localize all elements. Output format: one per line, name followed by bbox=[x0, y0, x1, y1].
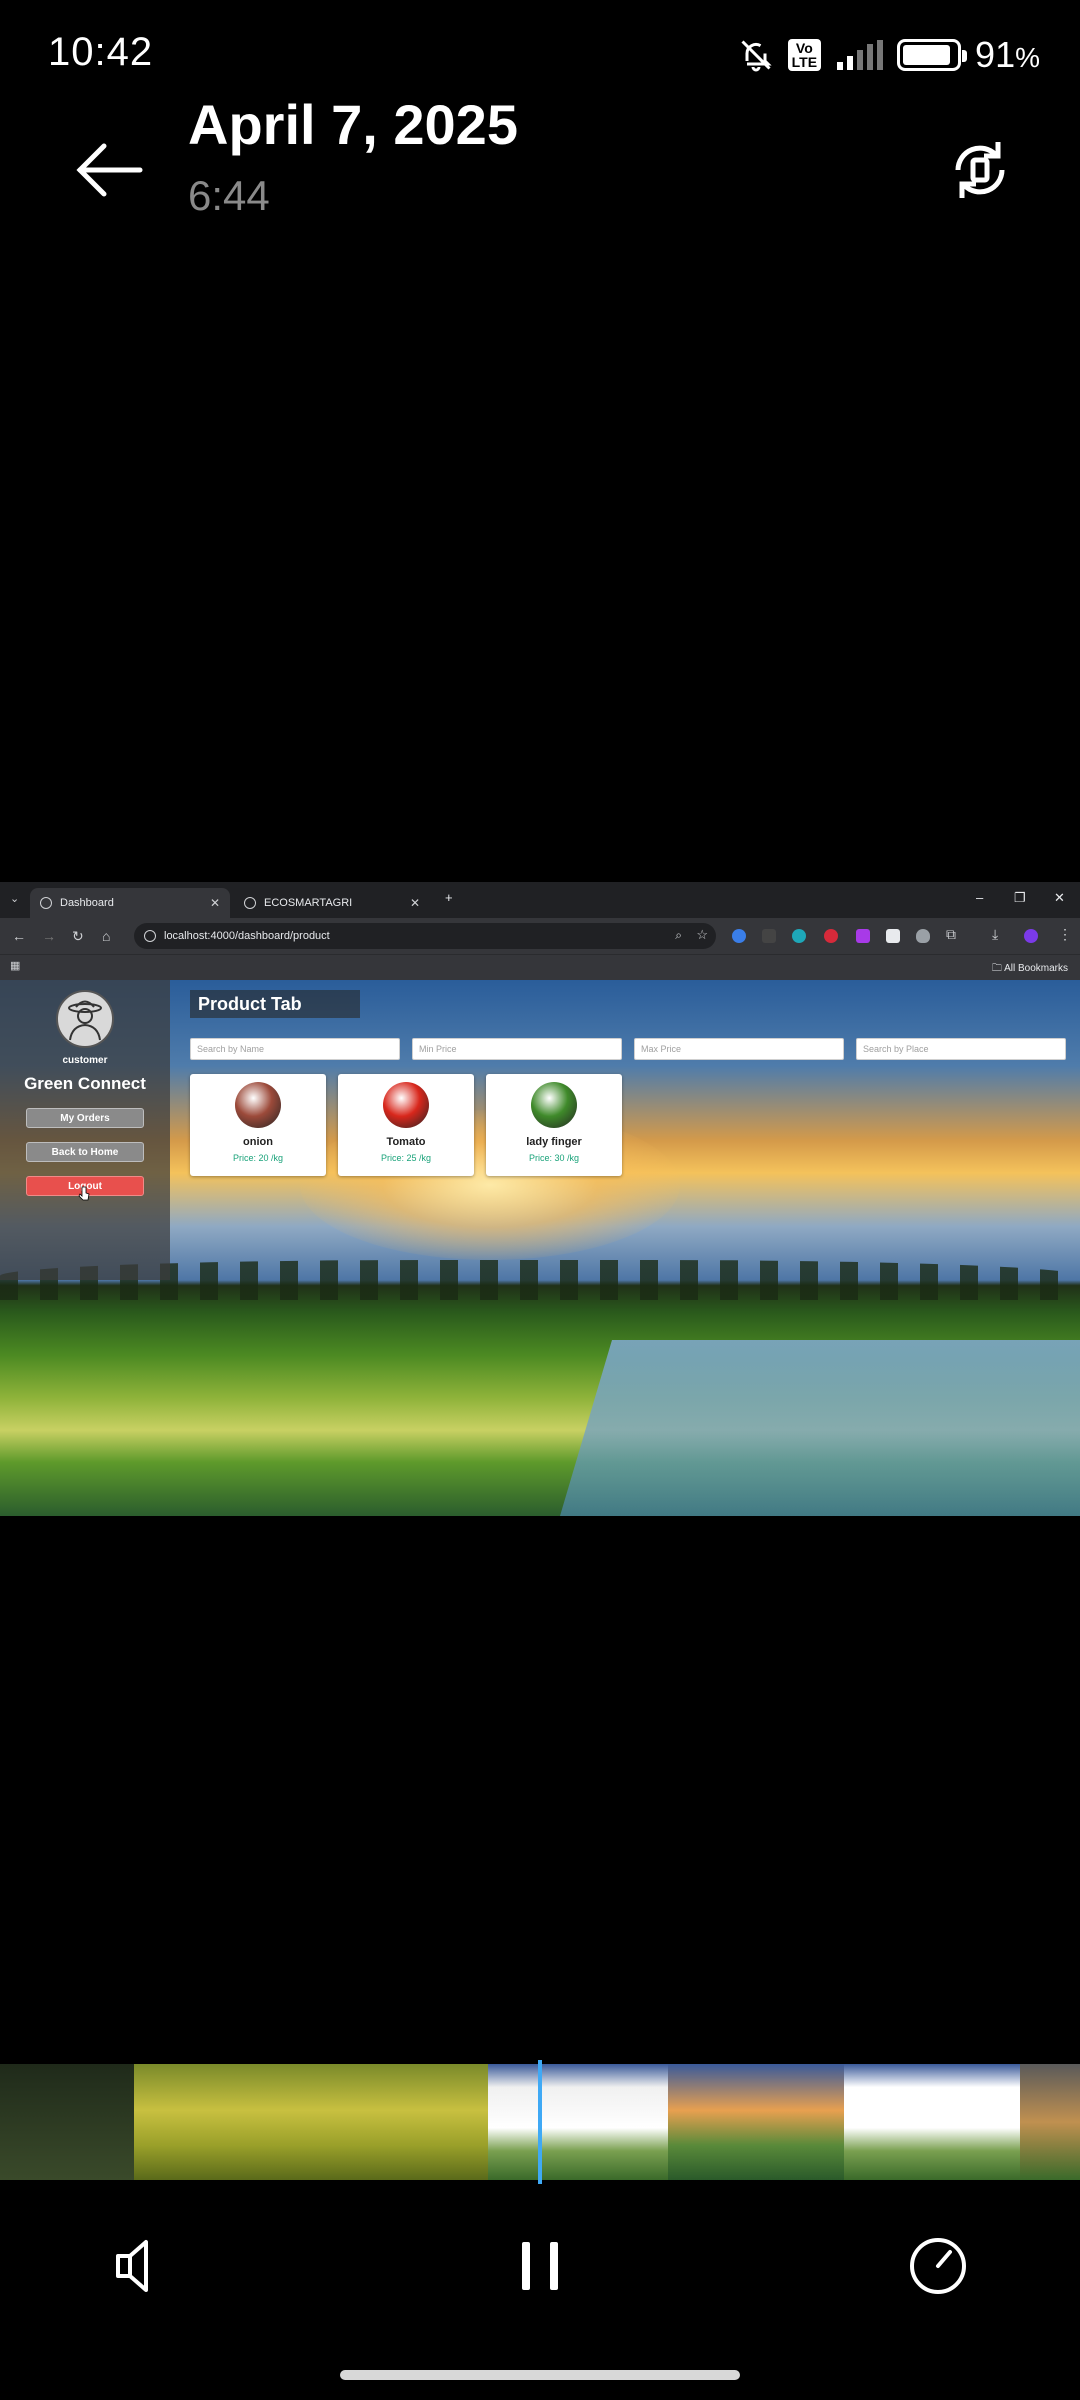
search-name-input[interactable] bbox=[190, 1038, 400, 1060]
extension-icon[interactable] bbox=[762, 929, 776, 943]
close-window-icon[interactable]: ✕ bbox=[1054, 890, 1065, 906]
page-title: Product Tab bbox=[190, 990, 360, 1018]
status-icons: Vo LTE 91% bbox=[738, 34, 1040, 76]
product-panel: Product Tab onion Price: 20 /kg Tomato P… bbox=[170, 980, 1080, 1280]
battery-icon bbox=[897, 39, 968, 71]
status-time: 10:42 bbox=[48, 30, 154, 74]
product-name: Tomato bbox=[386, 1136, 426, 1148]
product-name: lady finger bbox=[526, 1136, 582, 1148]
thumbnail[interactable] bbox=[0, 2064, 134, 2180]
cursor-icon bbox=[78, 1186, 90, 1201]
product-price: Price: 20 /kg bbox=[232, 1153, 284, 1163]
video-player-screen: 10:42 Vo LTE 91% April 7, 2025 6:44 ⌄ Da… bbox=[0, 0, 1080, 2400]
pause-icon[interactable] bbox=[506, 2232, 574, 2300]
thumbnail[interactable] bbox=[668, 2064, 844, 2180]
globe-icon bbox=[40, 897, 52, 909]
volte-icon: Vo LTE bbox=[787, 39, 822, 71]
product-price: Price: 25 /kg bbox=[380, 1153, 432, 1163]
tab-ecosmartagri[interactable]: ECOSMARTAGRI ✕ bbox=[234, 888, 430, 918]
tab-label: Dashboard bbox=[60, 897, 114, 909]
volume-icon[interactable] bbox=[108, 2232, 176, 2300]
url-field[interactable]: localhost:4000/dashboard/product ⌕ ☆ bbox=[134, 923, 716, 949]
product-card[interactable]: onion Price: 20 /kg bbox=[190, 1074, 326, 1176]
tab-label: ECOSMARTAGRI bbox=[264, 897, 353, 909]
max-price-input[interactable] bbox=[634, 1038, 844, 1060]
thumbnail[interactable] bbox=[488, 2064, 668, 2180]
lady-finger-image bbox=[531, 1082, 577, 1128]
restore-icon[interactable]: ❐ bbox=[1014, 890, 1026, 906]
thumbnail[interactable] bbox=[1020, 2064, 1080, 2180]
tomato-image bbox=[383, 1082, 429, 1128]
all-bookmarks[interactable]: 🗀 All Bookmarks bbox=[992, 961, 1068, 978]
home-indicator[interactable] bbox=[340, 2370, 740, 2380]
dashboard-sidebar: customer Green Connect My Orders Back to… bbox=[0, 980, 170, 1280]
bookmarks-label: All Bookmarks bbox=[1004, 963, 1068, 974]
product-name: onion bbox=[243, 1136, 273, 1148]
onion-image bbox=[235, 1082, 281, 1128]
extension-icon[interactable] bbox=[732, 929, 746, 943]
apps-icon[interactable]: ▦ bbox=[10, 959, 20, 972]
extension-icon[interactable] bbox=[856, 929, 870, 943]
extension-icon[interactable] bbox=[792, 929, 806, 943]
tab-dashboard[interactable]: Dashboard ✕ bbox=[30, 888, 230, 918]
product-price: Price: 30 /kg bbox=[528, 1153, 580, 1163]
new-tab-icon[interactable]: + bbox=[445, 890, 453, 905]
extension-icon[interactable] bbox=[824, 929, 838, 943]
web-page: customer Green Connect My Orders Back to… bbox=[0, 980, 1080, 1516]
close-tab-icon[interactable]: ✕ bbox=[410, 896, 420, 910]
minimize-icon[interactable]: – bbox=[976, 890, 983, 905]
search-place-input[interactable] bbox=[856, 1038, 1066, 1060]
video-time: 6:44 bbox=[188, 172, 270, 219]
playhead[interactable] bbox=[538, 2060, 542, 2184]
puzzle-icon[interactable]: ⧉ bbox=[946, 926, 956, 943]
close-tab-icon[interactable]: ✕ bbox=[210, 896, 220, 910]
speed-icon[interactable] bbox=[904, 2232, 972, 2300]
product-card[interactable]: lady finger Price: 30 /kg bbox=[486, 1074, 622, 1176]
menu-icon[interactable]: ⋮ bbox=[1058, 926, 1072, 943]
download-icon[interactable]: ⤓ bbox=[992, 926, 998, 943]
bookmarks-bar: ▦ 🗀 All Bookmarks bbox=[0, 954, 1080, 980]
my-orders-button[interactable]: My Orders bbox=[26, 1108, 144, 1128]
video-date: April 7, 2025 bbox=[188, 93, 518, 156]
battery-fill bbox=[903, 45, 951, 65]
brand-name: Green Connect bbox=[24, 1074, 146, 1093]
browser-tab-bar: ⌄ Dashboard ✕ ECOSMARTAGRI ✕ + – ❐ ✕ bbox=[0, 882, 1080, 918]
video-frame[interactable]: ⌄ Dashboard ✕ ECOSMARTAGRI ✕ + – ❐ ✕ ← →… bbox=[0, 882, 1080, 1516]
extension-icon[interactable] bbox=[886, 929, 900, 943]
shield-icon[interactable] bbox=[916, 929, 930, 943]
star-icon[interactable]: ☆ bbox=[696, 927, 708, 943]
signal-icon bbox=[837, 40, 884, 70]
zoom-icon[interactable]: ⌕ bbox=[675, 928, 682, 943]
status-bar: 10:42 Vo LTE 91% bbox=[0, 0, 1080, 110]
thumbnail[interactable] bbox=[134, 2064, 488, 2180]
arrow-left-icon[interactable] bbox=[70, 130, 150, 210]
forward-icon[interactable]: → bbox=[42, 928, 56, 944]
home-icon[interactable]: ⌂ bbox=[102, 928, 110, 944]
back-to-home-button[interactable]: Back to Home bbox=[26, 1142, 144, 1162]
globe-icon bbox=[244, 897, 256, 909]
site-info-icon[interactable] bbox=[144, 930, 156, 942]
background-water bbox=[560, 1340, 1080, 1516]
avatar bbox=[56, 990, 114, 1048]
bell-off-icon bbox=[741, 40, 772, 72]
min-price-input[interactable] bbox=[412, 1038, 622, 1060]
folder-icon: 🗀 bbox=[991, 963, 1002, 974]
reload-icon[interactable]: ↻ bbox=[72, 928, 84, 945]
battery-unit: % bbox=[1015, 42, 1040, 73]
profile-icon[interactable] bbox=[1024, 929, 1038, 943]
farmer-icon bbox=[68, 1000, 102, 1041]
back-icon[interactable]: ← bbox=[12, 928, 26, 944]
tab-search-icon[interactable]: ⌄ bbox=[10, 892, 19, 905]
thumbnail[interactable] bbox=[844, 2064, 1020, 2180]
product-card[interactable]: Tomato Price: 25 /kg bbox=[338, 1074, 474, 1176]
address-bar: ← → ↻ ⌂ localhost:4000/dashboard/product… bbox=[0, 918, 1080, 954]
user-role: customer bbox=[62, 1055, 108, 1066]
url-text: localhost:4000/dashboard/product bbox=[164, 930, 330, 942]
rotate-screen-icon[interactable] bbox=[944, 134, 1016, 206]
battery-percent: 91 bbox=[975, 34, 1016, 75]
